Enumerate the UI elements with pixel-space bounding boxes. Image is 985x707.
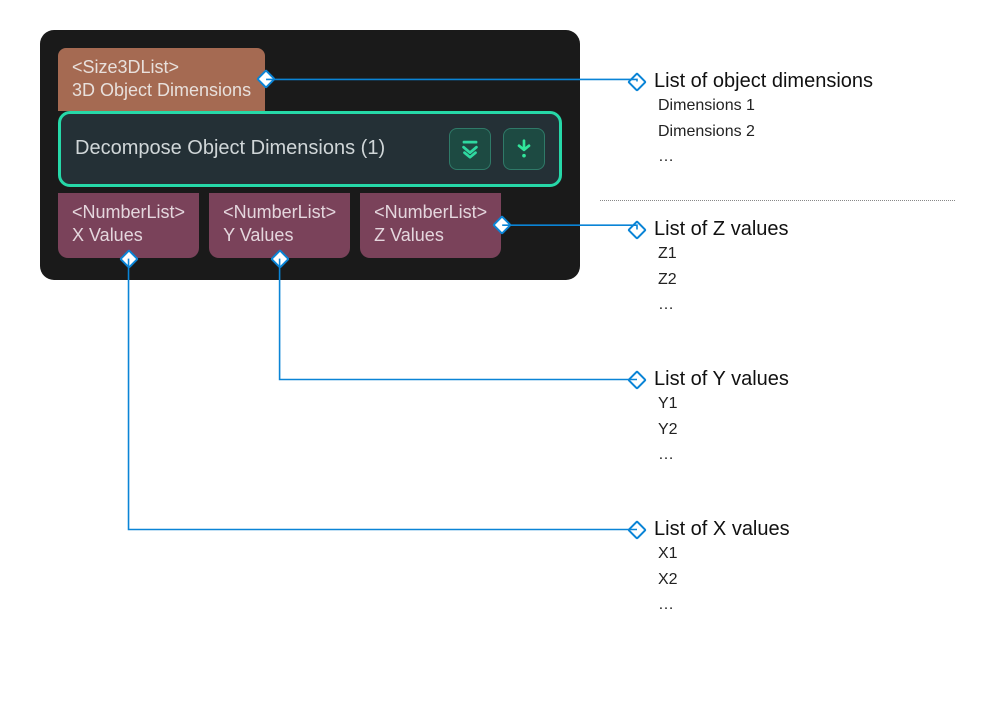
input-port-3d-dimensions[interactable]: <Size3DList> 3D Object Dimensions (58, 48, 265, 111)
output-port-y-values[interactable]: <NumberList> Y Values (209, 193, 350, 258)
double-chevron-down-icon (459, 138, 481, 160)
output-port-x-values[interactable]: <NumberList> X Values (58, 193, 199, 258)
annotation-item: Y1 (658, 391, 789, 417)
annotation-y-values: List of Y values Y1 Y2 … (630, 368, 789, 468)
annotation-item: … (658, 442, 789, 468)
port-connector-icon (256, 69, 276, 89)
annotation-x-values: List of X values X1 X2 … (630, 518, 790, 618)
annotation-title-row: List of Y values (630, 368, 789, 391)
diamond-icon (627, 520, 647, 540)
port-connector-icon (270, 249, 290, 269)
annotation-title: List of Z values (654, 218, 789, 241)
port-connector-icon (119, 249, 139, 269)
annotation-item: … (658, 144, 873, 170)
execute-button[interactable] (503, 128, 545, 170)
annotation-item: Z2 (658, 267, 789, 293)
output-port-type: <NumberList> (223, 201, 336, 224)
output-port-type: <NumberList> (72, 201, 185, 224)
annotation-item: … (658, 292, 789, 318)
annotation-title: List of Y values (654, 368, 789, 391)
section-divider (600, 200, 955, 201)
annotation-item: X2 (658, 567, 790, 593)
port-connector-icon (492, 215, 512, 235)
node-body: Decompose Object Dimensions (1) (58, 111, 562, 187)
annotation-title: List of X values (654, 518, 790, 541)
output-port-type: <NumberList> (374, 201, 487, 224)
arrow-down-warning-icon (514, 138, 534, 160)
output-ports-row: <NumberList> X Values <NumberList> Y Val… (58, 193, 562, 258)
node-card: <Size3DList> 3D Object Dimensions Decomp… (40, 30, 580, 280)
output-port-label: X Values (72, 224, 185, 247)
output-port-label: Z Values (374, 224, 487, 247)
diamond-icon (627, 220, 647, 240)
input-port-label: 3D Object Dimensions (72, 79, 251, 102)
output-port-z-values[interactable]: <NumberList> Z Values (360, 193, 501, 258)
annotation-item: … (658, 592, 790, 618)
annotation-item: Z1 (658, 241, 789, 267)
expand-all-button[interactable] (449, 128, 491, 170)
node-title: Decompose Object Dimensions (1) (75, 137, 437, 160)
annotation-input-dimensions: List of object dimensions Dimensions 1 D… (630, 70, 873, 170)
annotation-z-values: List of Z values Z1 Z2 … (630, 218, 789, 318)
annotation-item: Y2 (658, 417, 789, 443)
annotation-title-row: List of X values (630, 518, 790, 541)
annotation-title: List of object dimensions (654, 70, 873, 93)
diamond-icon (627, 370, 647, 390)
annotation-item: Dimensions 1 (658, 93, 873, 119)
output-port-label: Y Values (223, 224, 336, 247)
annotation-title-row: List of Z values (630, 218, 789, 241)
input-port-type: <Size3DList> (72, 56, 251, 79)
diamond-icon (627, 72, 647, 92)
annotation-item: X1 (658, 541, 790, 567)
annotation-item: Dimensions 2 (658, 119, 873, 145)
annotation-title-row: List of object dimensions (630, 70, 873, 93)
